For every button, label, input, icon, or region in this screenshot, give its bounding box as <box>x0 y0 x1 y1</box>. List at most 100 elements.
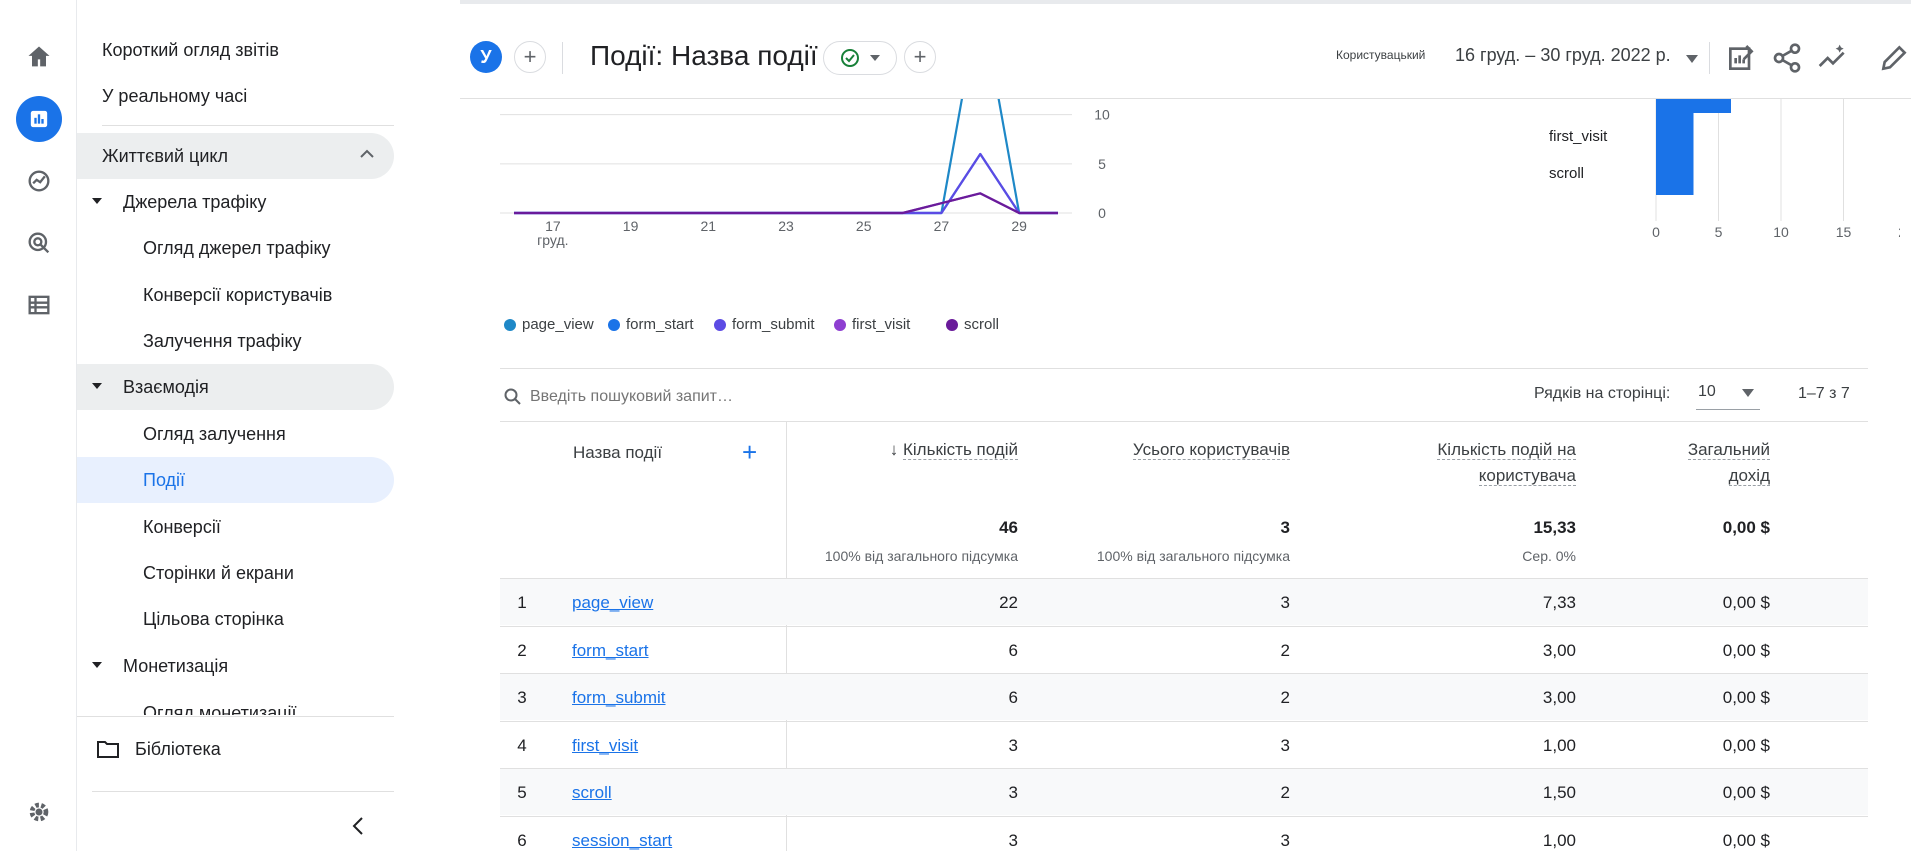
date-caret-down-icon[interactable] <box>1686 55 1698 63</box>
plus-icon: + <box>523 44 537 69</box>
col-header-events-per-user[interactable]: Кількість подій на користувача <box>1340 437 1576 489</box>
table-row: 1 page_view 22 3 7,33 0,00 $ <box>500 578 1868 625</box>
settings-gear-icon[interactable] <box>16 789 62 835</box>
nav-reports-snapshot[interactable]: Короткий огляд звітів <box>77 27 394 73</box>
add-filter-button[interactable]: + <box>904 41 936 73</box>
total-per-user-sub: Сер. 0% <box>1522 548 1576 564</box>
rows-per-page-select[interactable]: 10 <box>1696 374 1760 410</box>
customize-report-icon[interactable] <box>1725 42 1757 74</box>
col-header-event-count[interactable]: ↓ Кількість подій <box>840 437 1018 463</box>
nav-group-engagement[interactable]: Взаємодія <box>77 364 394 410</box>
events-bar-chart: 0510152025first_visitscroll <box>1549 99 1900 240</box>
bar-x-tick-label: 5 <box>1715 224 1723 240</box>
legend-item-scroll[interactable]: scroll <box>946 316 999 333</box>
series-line-scroll[interactable] <box>514 192 1058 215</box>
page-title: Події: Назва події <box>590 40 818 71</box>
legend-item-first_visit[interactable]: first_visit <box>834 316 910 333</box>
nav-group-acquisition[interactable]: Джерела трафіку <box>77 179 394 225</box>
nav-landing-page[interactable]: Цільова сторінка <box>77 596 394 642</box>
edit-pencil-icon[interactable] <box>1878 42 1910 74</box>
nav-acquisition-overview[interactable]: Огляд джерел трафіку <box>77 225 394 271</box>
row-index: 2 <box>517 640 527 660</box>
avatar[interactable]: У <box>470 41 502 73</box>
nav-user-acquisition[interactable]: Конверсії користувачів <box>77 272 394 318</box>
add-comparison-button[interactable]: + <box>514 41 546 73</box>
legend-label: scroll <box>964 316 1000 333</box>
bar-chart-bars <box>1656 99 1731 195</box>
event-name-link[interactable]: session_start <box>572 831 672 851</box>
total-users-sub: 100% від загального підсумка <box>1096 548 1290 564</box>
legend-item-form_start[interactable]: form_start <box>608 316 694 333</box>
nav-library[interactable]: Бібліотека <box>97 726 394 772</box>
legend-swatch <box>834 318 846 331</box>
events-per-user: 1,00 <box>1542 830 1576 850</box>
event-name-link[interactable]: form_start <box>572 641 649 661</box>
event-name-link[interactable]: scroll <box>572 783 612 803</box>
y-tick-label: 10 <box>1094 107 1110 123</box>
reports-icon[interactable] <box>16 96 62 142</box>
caret-down-icon <box>92 383 102 389</box>
col-header-total-users[interactable]: Усього користувачів <box>1040 437 1290 463</box>
nav-engagement-overview[interactable]: Огляд залучення <box>77 411 394 457</box>
nav-group-monetization[interactable]: Монетизація <box>77 643 394 689</box>
share-icon[interactable] <box>1771 42 1803 74</box>
nav-pages-screens[interactable]: Сторінки й екрани <box>77 550 394 596</box>
series-line-first_visit[interactable] <box>514 192 1058 215</box>
legend-swatch <box>714 318 726 331</box>
series-line-page_view[interactable] <box>514 99 1058 215</box>
event-name-link[interactable]: first_visit <box>572 736 638 756</box>
x-tick-label: 25 <box>856 218 872 234</box>
bar-x-tick-label: 20 <box>1898 224 1900 240</box>
legend-label: page_view <box>522 316 594 333</box>
nav-monetization-overview[interactable]: Огляд монетизації <box>77 689 394 715</box>
line-chart-series <box>514 99 1058 215</box>
collapse-chevron-left-icon[interactable] <box>351 816 365 836</box>
nav-conversions[interactable]: Конверсії <box>77 504 394 550</box>
bar-x-tick-label: 10 <box>1773 224 1789 240</box>
rows-per-page-label: Рядків на сторінці: <box>1534 385 1671 402</box>
user-count: 2 <box>1280 640 1290 660</box>
search-input[interactable] <box>530 383 930 411</box>
row-index: 3 <box>517 688 527 707</box>
total-users: 3 <box>1280 518 1290 537</box>
col-header-total-revenue[interactable]: Загальний дохід <box>1600 437 1770 489</box>
legend-swatch <box>504 318 516 331</box>
event-name-link[interactable]: page_view <box>572 593 653 613</box>
section-divider <box>500 368 1868 369</box>
nav-realtime[interactable]: У реальному часі <box>77 73 394 119</box>
report-status-dropdown[interactable] <box>823 41 897 75</box>
explore-icon[interactable] <box>16 158 62 204</box>
legend-item-form_submit[interactable]: form_submit <box>714 316 815 333</box>
nav-events[interactable]: Події <box>77 457 394 503</box>
total-per-user: 15,33 <box>1533 518 1576 537</box>
legend-item-page_view[interactable]: page_view <box>504 316 594 333</box>
bar-form_submit[interactable] <box>1656 99 1731 113</box>
date-range-picker[interactable]: 16 груд. – 30 груд. 2022 р. <box>1455 45 1671 66</box>
series-line-form_submit[interactable] <box>514 152 1058 215</box>
configure-icon[interactable] <box>16 282 62 328</box>
y-tick-label: 5 <box>1098 156 1106 172</box>
revenue: 0,00 $ <box>1722 688 1770 707</box>
insights-icon[interactable] <box>1817 42 1849 74</box>
bar-scroll[interactable] <box>1656 149 1694 195</box>
nav-divider <box>102 125 394 126</box>
revenue: 0,00 $ <box>1722 735 1770 755</box>
user-count: 2 <box>1280 783 1290 802</box>
bar-chart-labels: 0510152025first_visitscroll <box>1549 128 1900 240</box>
report-header: У + Події: Назва події + Користувацький … <box>460 0 1911 99</box>
home-icon[interactable] <box>16 34 62 80</box>
add-dimension-plus-icon[interactable]: + <box>742 437 757 468</box>
nav-lifecycle-header[interactable]: Життєвий цикл <box>77 133 394 179</box>
series-line-form_start[interactable] <box>514 152 1058 215</box>
user-count: 3 <box>1280 830 1290 850</box>
revenue: 0,00 $ <box>1722 640 1770 660</box>
user-count: 3 <box>1280 735 1290 755</box>
nav-traffic-acquisition[interactable]: Залучення трафіку <box>77 318 394 364</box>
advertising-icon[interactable] <box>16 220 62 266</box>
user-count: 2 <box>1280 688 1290 707</box>
y-tick-label: 0 <box>1098 205 1106 221</box>
legend-label: form_start <box>626 316 694 333</box>
event-name-link[interactable]: form_submit <box>572 688 666 708</box>
col-header-event-name[interactable]: Назва події <box>573 440 662 466</box>
event-count: 3 <box>1008 735 1018 755</box>
